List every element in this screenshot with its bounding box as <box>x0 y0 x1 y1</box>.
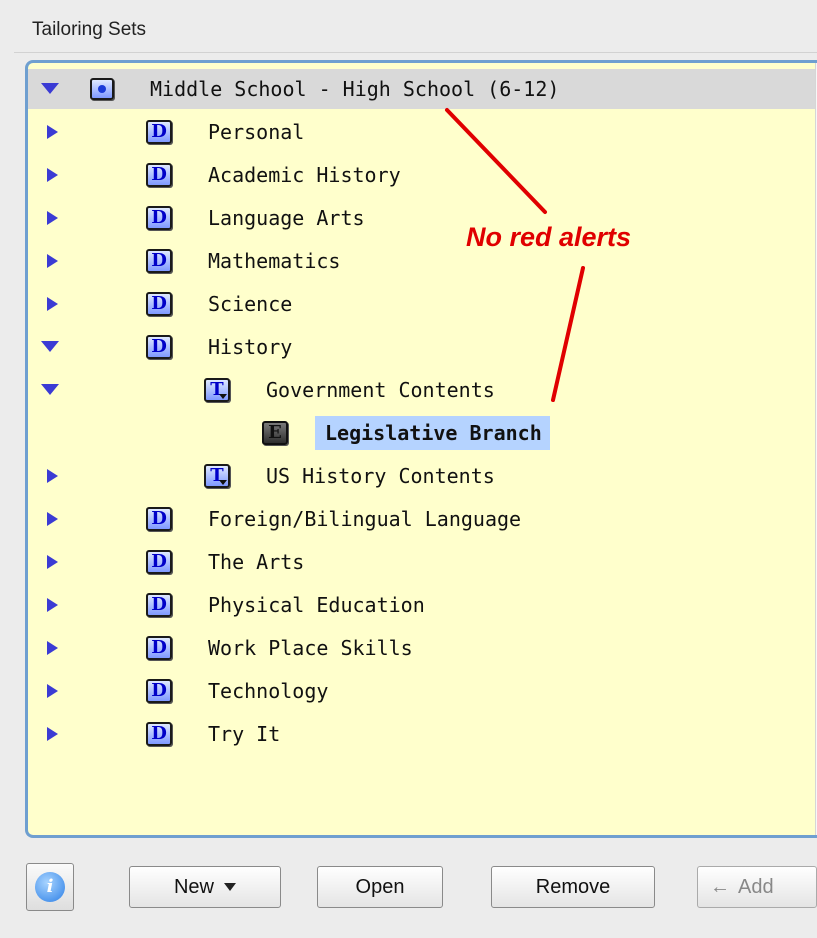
disclosure-collapsed-icon[interactable] <box>47 555 58 569</box>
tree-row-language-arts[interactable]: D Language Arts <box>28 198 817 238</box>
disclosure-collapsed-icon[interactable] <box>47 684 58 698</box>
tailoring-sets-tree[interactable]: Middle School - High School (6-12) D Per… <box>25 60 817 838</box>
info-icon: i <box>35 872 65 902</box>
element-e-icon: E <box>262 421 288 445</box>
domain-d-icon: D <box>146 550 172 574</box>
tree-row-label: Physical Education <box>208 593 425 617</box>
tree-row-mathematics[interactable]: D Mathematics <box>28 241 817 281</box>
tree-row-label: US History Contents <box>266 464 495 488</box>
tree-row-government-contents[interactable]: T Government Contents <box>28 370 817 410</box>
disclosure-collapsed-icon[interactable] <box>47 254 58 268</box>
tailoring-set-icon <box>90 78 114 100</box>
tree-row-label: Government Contents <box>266 378 495 402</box>
tree-row-history[interactable]: D History <box>28 327 817 367</box>
left-arrow-icon: ← <box>710 875 730 898</box>
title-divider <box>14 52 817 53</box>
disclosure-expanded-icon[interactable] <box>41 83 59 94</box>
tree-row-label: Technology <box>208 679 329 703</box>
domain-d-icon: D <box>146 679 172 703</box>
disclosure-collapsed-icon[interactable] <box>47 297 58 311</box>
tree-row-label: Middle School - High School (6-12) <box>150 77 560 101</box>
add-button[interactable]: ← Add <box>697 866 817 908</box>
tree-row-label: Language Arts <box>208 206 365 230</box>
tree-row-label: Personal <box>208 120 305 144</box>
remove-button[interactable]: Remove <box>491 866 655 908</box>
panel-title: Tailoring Sets <box>32 19 147 40</box>
new-button-label: New <box>173 875 214 898</box>
tree-row-legislative-branch[interactable]: E Legislative Branch <box>28 413 817 453</box>
remove-button-label: Remove <box>535 875 611 898</box>
domain-d-icon: D <box>146 206 172 230</box>
new-button[interactable]: New <box>129 866 281 908</box>
template-t-icon: T <box>204 464 230 488</box>
info-button[interactable]: i <box>26 863 74 911</box>
domain-d-icon: D <box>146 292 172 316</box>
tree-row-physical-education[interactable]: D Physical Education <box>28 585 817 625</box>
domain-d-icon: D <box>146 120 172 144</box>
domain-d-icon: D <box>146 722 172 746</box>
tree-row-us-history-contents[interactable]: T US History Contents <box>28 456 817 496</box>
tree-row-label-highlighted: Legislative Branch <box>315 416 550 450</box>
disclosure-collapsed-icon[interactable] <box>47 641 58 655</box>
disclosure-collapsed-icon[interactable] <box>47 727 58 741</box>
dropdown-caret-icon <box>224 883 236 891</box>
tree-row-technology[interactable]: D Technology <box>28 671 817 711</box>
tree-row-academic-history[interactable]: D Academic History <box>28 155 817 195</box>
tree-row-try-it[interactable]: D Try It <box>28 714 817 754</box>
annotation-text: No red alerts <box>466 222 632 252</box>
disclosure-expanded-icon[interactable] <box>41 341 59 352</box>
template-t-icon: T <box>204 378 230 402</box>
tree-row-personal[interactable]: D Personal <box>28 112 817 152</box>
disclosure-collapsed-icon[interactable] <box>47 125 58 139</box>
disclosure-collapsed-icon[interactable] <box>47 512 58 526</box>
tree-row-science[interactable]: D Science <box>28 284 817 324</box>
domain-d-icon: D <box>146 507 172 531</box>
tree-row-label: Science <box>208 292 293 316</box>
tree-row-root[interactable]: Middle School - High School (6-12) <box>28 69 817 109</box>
tree-row-label: Try It <box>208 722 281 746</box>
tree-row-label: Mathematics <box>208 249 341 273</box>
tree-row-foreign-bilingual[interactable]: D Foreign/Bilingual Language <box>28 499 817 539</box>
tree-row-label: History <box>208 335 293 359</box>
tree-row-label: Work Place Skills <box>208 636 413 660</box>
disclosure-collapsed-icon[interactable] <box>47 211 58 225</box>
domain-d-icon: D <box>146 636 172 660</box>
tree-row-label: Academic History <box>208 163 401 187</box>
tree-row-label: Foreign/Bilingual Language <box>208 507 522 531</box>
tree-row-work-place-skills[interactable]: D Work Place Skills <box>28 628 817 668</box>
domain-d-icon: D <box>146 249 172 273</box>
disclosure-collapsed-icon[interactable] <box>47 598 58 612</box>
open-button[interactable]: Open <box>317 866 443 908</box>
disclosure-collapsed-icon[interactable] <box>47 168 58 182</box>
domain-d-icon: D <box>146 335 172 359</box>
add-button-label: Add <box>738 875 774 898</box>
tree-row-the-arts[interactable]: D The Arts <box>28 542 817 582</box>
disclosure-collapsed-icon[interactable] <box>47 469 58 483</box>
domain-d-icon: D <box>146 593 172 617</box>
tree-row-label: The Arts <box>208 550 305 574</box>
open-button-label: Open <box>355 875 405 898</box>
disclosure-expanded-icon[interactable] <box>41 384 59 395</box>
domain-d-icon: D <box>146 163 172 187</box>
